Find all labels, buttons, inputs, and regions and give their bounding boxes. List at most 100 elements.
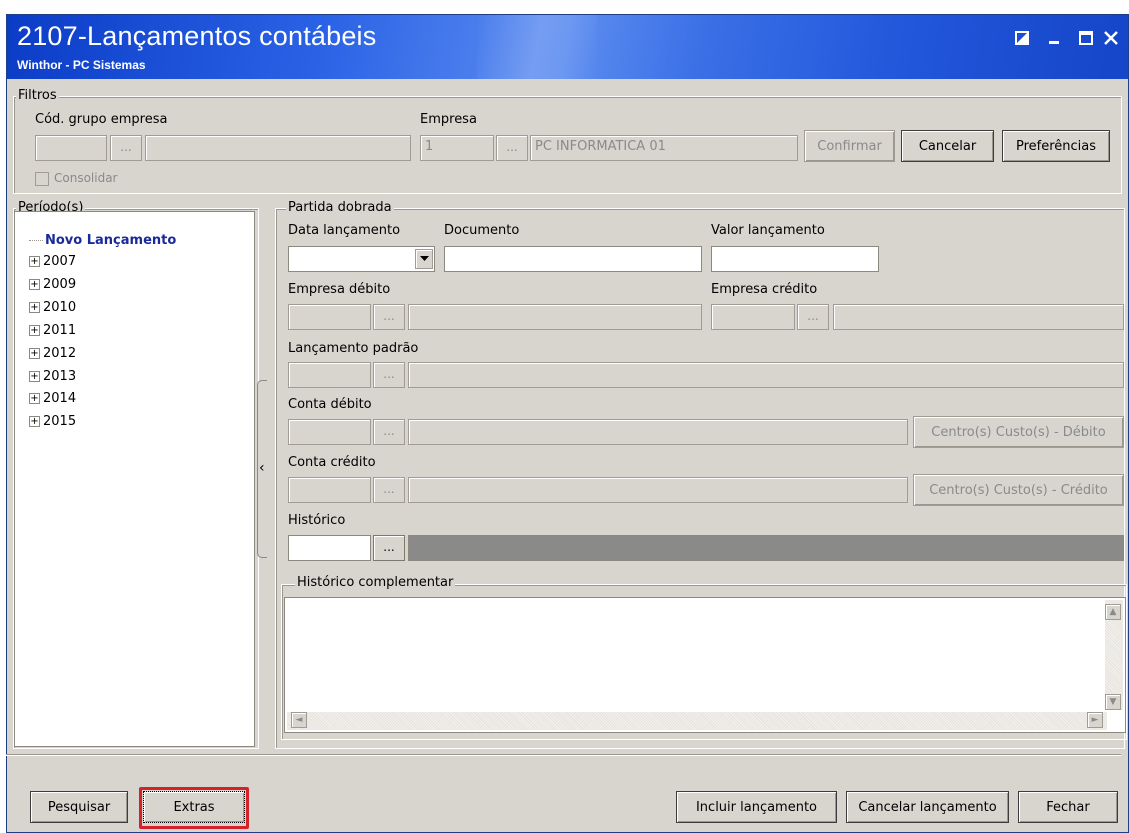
tree-item-label: 2010	[43, 299, 77, 315]
scroll-right-icon[interactable]: ►	[1087, 712, 1103, 728]
empresa-debito-label: Empresa débito	[288, 282, 391, 297]
tree-item-2014[interactable]: + 2014	[17, 388, 76, 408]
expand-icon[interactable]: +	[29, 301, 40, 313]
cancelar-lancamento-button[interactable]: Cancelar lançamento	[846, 791, 1009, 823]
empresa-label: Empresa	[420, 112, 477, 127]
tree-item-novo-lancamento[interactable]: Novo Lançamento	[17, 230, 176, 250]
tree-item-2011[interactable]: + 2011	[17, 320, 76, 340]
expand-icon[interactable]: +	[29, 347, 40, 359]
historico-lookup-button[interactable]: ...	[373, 535, 405, 561]
valor-lancamento-label: Valor lançamento	[711, 223, 825, 238]
tree-item-label: 2009	[43, 276, 77, 292]
expand-icon[interactable]: +	[29, 370, 40, 382]
historico-code-input[interactable]	[288, 535, 371, 561]
lancamento-padrao-lookup-button[interactable]: ...	[373, 362, 405, 388]
empresa-credito-code-field[interactable]	[711, 304, 795, 330]
periodos-tree[interactable]: Novo Lançamento + 2007 + 2009 + 2010 + 2…	[14, 211, 255, 747]
pesquisar-label: Pesquisar	[47, 799, 111, 815]
empresa-code-field[interactable]: 1	[420, 135, 494, 161]
centro-custo-debito-button[interactable]: Centro(s) Custo(s) - Débito	[913, 416, 1124, 448]
partida-dobrada-title: Partida dobrada	[286, 200, 394, 215]
cancelar-lancamento-label: Cancelar lançamento	[858, 799, 997, 815]
conta-credito-label: Conta crédito	[288, 455, 376, 470]
tree-item-2015[interactable]: + 2015	[17, 411, 76, 431]
empresa-name-field: PC INFORMATICA 01	[530, 135, 798, 161]
restore-icon[interactable]	[1011, 27, 1033, 49]
conta-debito-code-field[interactable]	[288, 419, 371, 445]
incluir-lancamento-label: Incluir lançamento	[695, 799, 818, 815]
valor-lancamento-input[interactable]	[711, 246, 879, 272]
expand-icon[interactable]: +	[29, 324, 40, 336]
scroll-up-icon[interactable]: ▲	[1105, 604, 1121, 620]
tree-item-2013[interactable]: + 2013	[17, 366, 76, 386]
fechar-button[interactable]: Fechar	[1018, 791, 1118, 823]
cod-grupo-field[interactable]	[35, 135, 107, 161]
centro-custo-credito-label: Centro(s) Custo(s) - Crédito	[929, 482, 1108, 498]
confirmar-label: Confirmar	[817, 138, 882, 154]
tree-item-label: 2012	[43, 345, 77, 361]
tree-item-label: 2014	[43, 390, 77, 406]
window-subtitle: Winthor - PC Sistemas	[17, 58, 146, 72]
empresa-debito-lookup-button[interactable]: ...	[373, 304, 405, 330]
expand-icon[interactable]: +	[29, 255, 40, 267]
historico-label: Histórico	[288, 513, 346, 528]
consolidar-checkbox[interactable]	[35, 172, 49, 186]
chevron-left-icon[interactable]: ‹	[259, 460, 265, 476]
empresa-credito-lookup-button[interactable]: ...	[797, 304, 829, 330]
close-icon[interactable]	[1100, 27, 1122, 49]
tree-connector	[29, 239, 43, 241]
conta-credito-desc-field	[408, 477, 908, 503]
conta-debito-desc-field	[408, 419, 908, 445]
conta-credito-code-field[interactable]	[288, 477, 371, 503]
documento-input[interactable]	[444, 246, 702, 272]
panel-splitter[interactable]: ‹	[257, 380, 267, 558]
tree-item-2007[interactable]: + 2007	[17, 251, 76, 271]
documento-label: Documento	[444, 223, 520, 238]
expand-icon[interactable]: +	[29, 278, 40, 290]
footer-separator	[6, 754, 1121, 756]
confirmar-button[interactable]: CConfirmar	[804, 130, 895, 162]
tree-item-label: 2011	[43, 322, 77, 338]
centro-custo-debito-label: Centro(s) Custo(s) - Débito	[931, 424, 1106, 440]
tree-item-2009[interactable]: + 2009	[17, 274, 76, 294]
preferencias-label: Preferências	[1015, 138, 1097, 154]
historico-complementar-textarea[interactable]: ▲ ▼ ◄ ►	[284, 597, 1126, 733]
dropdown-arrow-icon[interactable]	[415, 249, 433, 269]
title-bar[interactable]: 2107-Lançamentos contábeis Winthor - PC …	[7, 15, 1128, 79]
cod-grupo-lookup-button[interactable]: ...	[110, 135, 142, 161]
tree-item-2012[interactable]: + 2012	[17, 343, 76, 363]
centro-custo-credito-button[interactable]: Centro(s) Custo(s) - Crédito	[913, 474, 1124, 506]
empresa-lookup-button[interactable]: ...	[496, 135, 528, 161]
empresa-credito-desc-field	[833, 304, 1124, 330]
scroll-left-icon[interactable]: ◄	[291, 712, 307, 728]
expand-icon[interactable]: +	[29, 415, 40, 427]
cancelar-filtros-button[interactable]: Cancelar	[901, 130, 994, 162]
cod-grupo-desc-field	[145, 135, 411, 161]
expand-icon[interactable]: +	[29, 392, 40, 404]
scroll-down-icon[interactable]: ▼	[1105, 694, 1121, 710]
tree-item-label: Novo Lançamento	[45, 232, 177, 248]
minimize-icon[interactable]	[1043, 27, 1065, 49]
preferencias-button[interactable]: Preferências	[1002, 130, 1110, 162]
data-lancamento-label: Data lançamento	[288, 223, 401, 238]
incluir-lancamento-button[interactable]: Incluir lançamento	[676, 791, 837, 823]
cancelar-filtros-label: Cancelar	[918, 138, 977, 154]
pesquisar-button[interactable]: Pesquisar	[30, 791, 128, 823]
conta-debito-lookup-button[interactable]: ...	[373, 419, 405, 445]
tree-item-2010[interactable]: + 2010	[17, 297, 76, 317]
empresa-debito-desc-field	[408, 304, 702, 330]
fechar-label: Fechar	[1046, 799, 1090, 815]
historico-desc-field	[408, 535, 1124, 561]
lancamento-padrao-desc-field	[408, 362, 1124, 388]
data-lancamento-select[interactable]	[288, 246, 435, 272]
horizontal-scrollbar[interactable]	[287, 712, 1107, 730]
lancamento-padrao-code-field[interactable]	[288, 362, 371, 388]
extras-highlight-box	[139, 787, 249, 829]
tree-item-label: 2007	[43, 253, 77, 269]
lancamento-padrao-label: Lançamento padrão	[288, 341, 419, 356]
tree-item-label: 2015	[43, 413, 77, 429]
filtros-title: Filtros	[16, 88, 59, 103]
conta-credito-lookup-button[interactable]: ...	[373, 477, 405, 503]
maximize-icon[interactable]	[1075, 27, 1097, 49]
empresa-debito-code-field[interactable]	[288, 304, 371, 330]
